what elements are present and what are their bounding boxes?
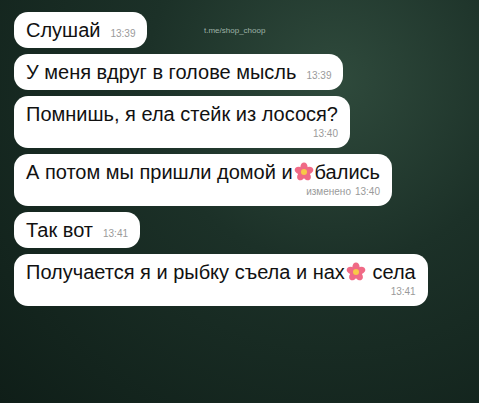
message-bubble: У меня вдруг в голове мысль 13:39	[14, 54, 343, 90]
message-meta: изменено 13:40	[26, 185, 380, 201]
message-time: 13:39	[110, 27, 135, 41]
watermark: t.me/shop_choop	[204, 26, 265, 35]
message-text: Слушай	[26, 18, 100, 43]
message-time: 13:40	[355, 185, 380, 199]
message-text: У меня вдруг в голове мысль	[26, 60, 296, 85]
message-bubble: Так вот 13:41	[14, 212, 140, 248]
message-text: А потом мы пришли домой ибались	[26, 160, 380, 185]
message-time: 13:41	[103, 227, 128, 241]
flower-icon	[346, 262, 366, 282]
edited-label: изменено	[306, 185, 351, 199]
message-time: 13:41	[391, 285, 416, 299]
message-meta: 13:41	[26, 285, 416, 301]
message-bubble: А потом мы пришли домой ибалисьизменено 1…	[14, 154, 392, 206]
message-text: Получается я и рыбку съела и нах села	[26, 260, 416, 285]
flower-icon	[294, 162, 314, 182]
message-meta: 13:40	[26, 127, 338, 143]
message-time: 13:40	[313, 127, 338, 141]
message-meta: 13:41	[103, 227, 128, 243]
message-bubble: Помнишь, я ела стейк из лосося?13:40	[14, 96, 350, 148]
message-meta: 13:39	[306, 69, 331, 85]
message-bubble: Получается я и рыбку съела и нах села13:…	[14, 254, 428, 306]
chat-screen: t.me/shop_choopСлушай13:39У меня вдруг в…	[0, 0, 479, 403]
message-text: Так вот	[26, 218, 93, 243]
message-bubble: Слушай 13:39	[14, 12, 147, 48]
message-time: 13:39	[306, 69, 331, 83]
message-text: Помнишь, я ела стейк из лосося?	[26, 102, 338, 127]
message-meta: 13:39	[110, 27, 135, 43]
